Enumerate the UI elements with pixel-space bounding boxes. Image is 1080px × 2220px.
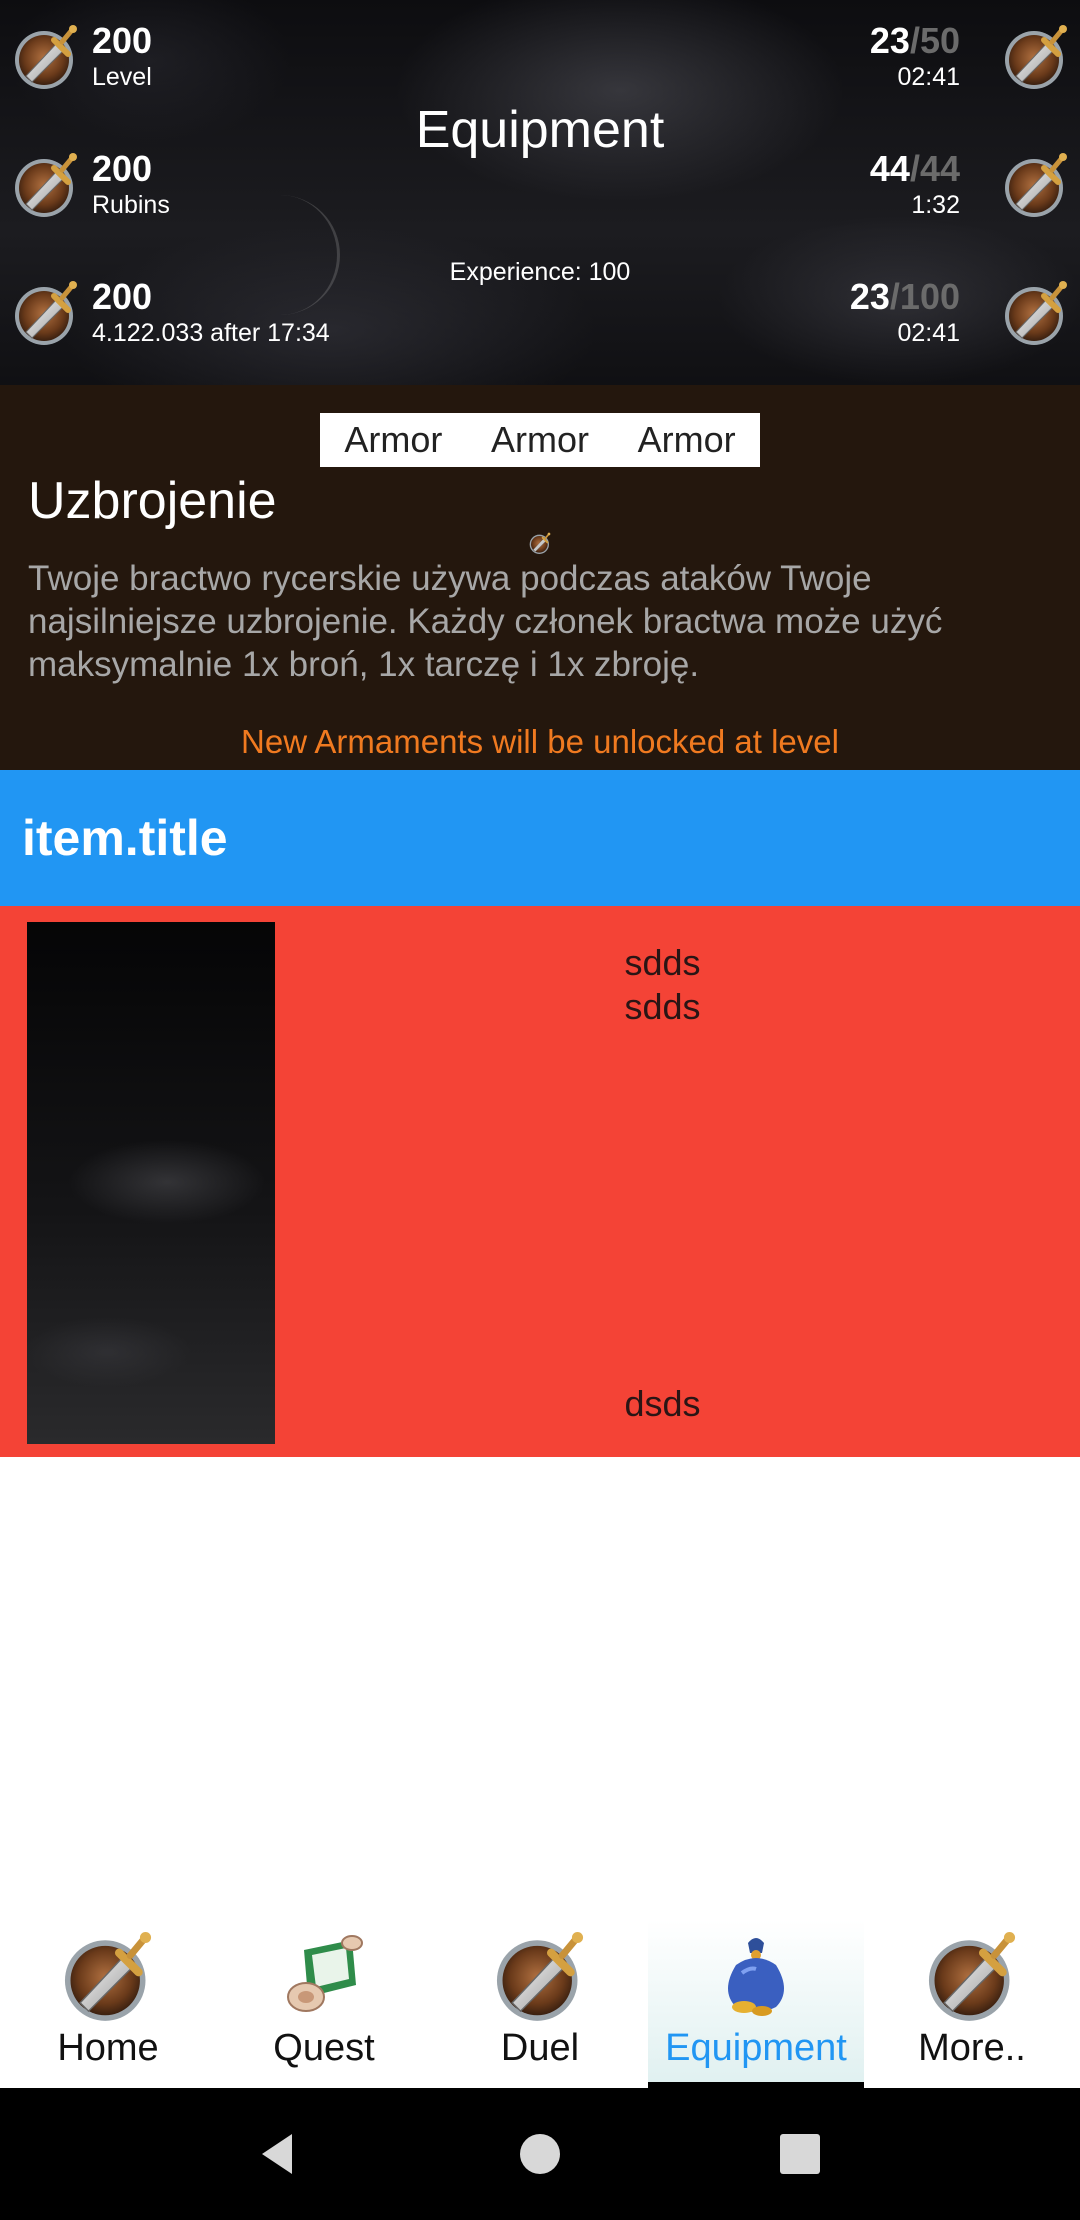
- level-label: Level: [92, 62, 152, 91]
- item-body[interactable]: sdds sdds dsds: [0, 906, 1080, 1457]
- health-current: 44: [869, 147, 910, 189]
- nav-equipment-label: Equipment: [665, 2027, 847, 2069]
- sword-shield-icon: [1000, 276, 1072, 348]
- home-button[interactable]: [510, 2124, 570, 2184]
- stamina-timer: 02:41: [897, 318, 960, 347]
- energy-stat: 23/50 02:41: [870, 20, 1072, 92]
- stamina-stat: 23/100 02:41: [850, 276, 1072, 348]
- section-title: Uzbrojenie: [28, 472, 277, 530]
- money-bag-icon: [706, 1925, 806, 2025]
- system-navigation-bar: [0, 2088, 1080, 2220]
- recents-square-icon: [780, 2134, 820, 2174]
- tab-armor-2[interactable]: Armor: [491, 419, 589, 461]
- scroll-icon: [274, 1925, 374, 2025]
- back-button[interactable]: [250, 2124, 310, 2184]
- nav-quest-label: Quest: [273, 2027, 375, 2069]
- nav-more[interactable]: More..: [864, 1920, 1080, 2088]
- sword-shield-icon: [490, 1925, 590, 2025]
- back-triangle-icon: [262, 2134, 292, 2174]
- rubins-label: Rubins: [92, 190, 170, 219]
- nav-equipment[interactable]: Equipment: [648, 1920, 864, 2088]
- section-description: Twoje bractwo rycerskie używa podczas at…: [28, 559, 943, 684]
- sword-shield-icon: [922, 1925, 1022, 2025]
- bottom-navigation: Home Quest Duel Equipment More..: [0, 1920, 1080, 2088]
- sword-shield-icon: [58, 1925, 158, 2025]
- tab-armor-1[interactable]: Armor: [344, 419, 442, 461]
- health-timer: 1:32: [911, 190, 960, 219]
- item-line-2: sdds: [624, 986, 701, 1027]
- sword-shield-icon: [1000, 148, 1072, 220]
- recents-button[interactable]: [770, 2124, 830, 2184]
- health-stat: 44/44 1:32: [870, 148, 1072, 220]
- energy-max: /50: [909, 19, 960, 61]
- sword-shield-icon: [10, 20, 82, 92]
- nav-duel-label: Duel: [500, 2027, 580, 2069]
- nav-home-label: Home: [57, 2027, 159, 2069]
- item-header[interactable]: item.title: [0, 770, 1080, 906]
- tab-armor-3[interactable]: Armor: [638, 419, 736, 461]
- unlock-notice: New Armaments will be unlocked at level: [241, 723, 839, 760]
- item-line-1: sdds: [624, 942, 701, 983]
- health-max: /44: [909, 147, 960, 189]
- armor-tabs: Armor Armor Armor: [320, 413, 760, 467]
- item-title: item.title: [22, 810, 228, 866]
- item-line-3: dsds: [624, 1383, 701, 1424]
- stamina-max: /100: [889, 275, 960, 317]
- home-circle-icon: [520, 2134, 560, 2174]
- nav-quest[interactable]: Quest: [216, 1920, 432, 2088]
- status-header: 200 Level 200 Rubins 200 4.122.033 after…: [0, 0, 1080, 385]
- nav-duel[interactable]: Duel: [432, 1920, 648, 2088]
- stamina-current: 23: [849, 275, 890, 317]
- energy-timer: 02:41: [897, 62, 960, 91]
- sword-shield-icon: [528, 531, 552, 555]
- sword-shield-icon: [1000, 20, 1072, 92]
- energy-current: 23: [869, 19, 910, 61]
- nav-more-label: More..: [918, 2027, 1026, 2069]
- nav-home[interactable]: Home: [0, 1920, 216, 2088]
- gold-label: 4.122.033 after 17:34: [92, 318, 330, 347]
- level-value: 200: [92, 19, 153, 61]
- level-stat: 200 Level: [10, 20, 152, 92]
- armament-info-panel: Armor Armor Armor Uzbrojenie Twoje bract…: [0, 385, 1080, 770]
